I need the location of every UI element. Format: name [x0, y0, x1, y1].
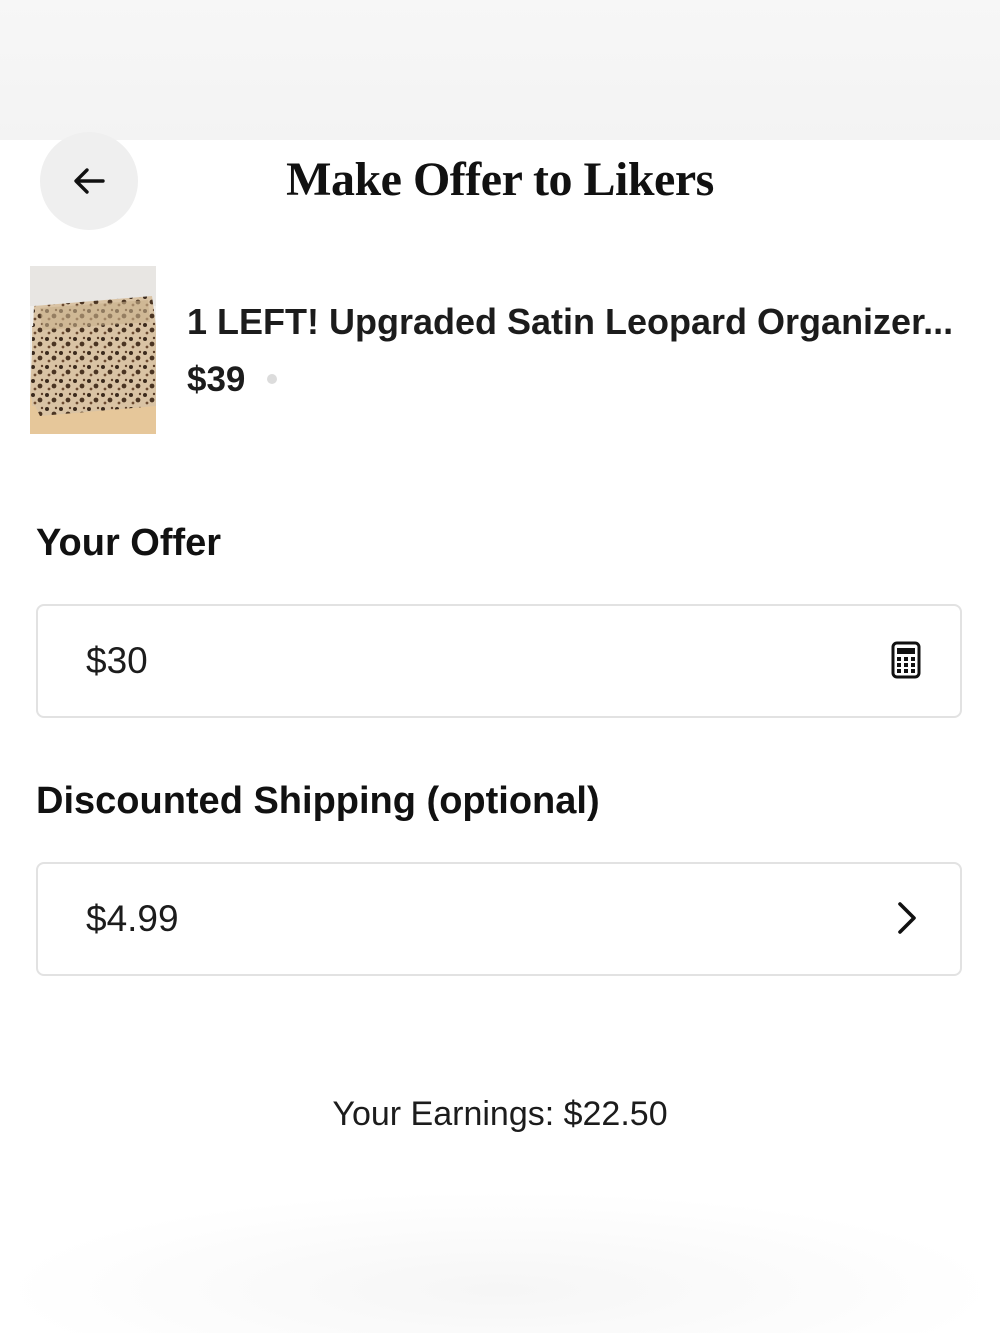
offer-value: $30 — [86, 640, 148, 681]
bottom-area — [0, 1190, 1000, 1333]
chevron-right-icon — [898, 902, 916, 934]
product-thumbnail[interactable] — [30, 266, 156, 434]
offer-label: Your Offer — [36, 522, 222, 564]
product-price: $39 — [187, 360, 246, 399]
status-bar-area — [0, 0, 1000, 140]
offer-input[interactable]: $30 — [36, 604, 962, 718]
page-title: Make Offer to Likers — [286, 153, 714, 206]
separator-dot — [267, 374, 277, 384]
product-title[interactable]: 1 LEFT! Upgraded Satin Leopard Organizer… — [187, 300, 977, 344]
shipping-value: $4.99 — [86, 898, 179, 939]
earnings-summary: Your Earnings: $22.50 — [332, 1095, 668, 1133]
shipping-label: Discounted Shipping (optional) — [36, 780, 600, 822]
shipping-select[interactable]: $4.99 — [36, 862, 962, 976]
calculator-icon[interactable] — [886, 640, 926, 680]
